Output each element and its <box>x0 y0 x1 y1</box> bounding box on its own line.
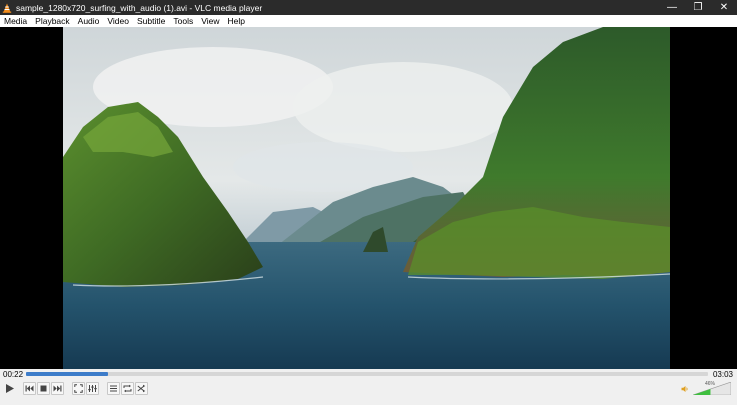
equalizer-icon <box>88 385 97 392</box>
video-frame <box>63 27 670 369</box>
seek-bar[interactable] <box>26 372 708 376</box>
menu-audio[interactable]: Audio <box>74 15 104 27</box>
extended-settings-button[interactable] <box>86 382 99 395</box>
loop-icon <box>123 384 132 393</box>
menu-playback[interactable]: Playback <box>31 15 74 27</box>
menu-tools[interactable]: Tools <box>169 15 197 27</box>
volume-control[interactable]: 46% <box>681 381 733 396</box>
window-title: sample_1280x720_surfing_with_audio (1).a… <box>16 2 263 13</box>
next-button[interactable] <box>51 382 64 395</box>
fullscreen-icon <box>74 384 83 393</box>
shuffle-icon <box>137 384 146 393</box>
play-icon <box>5 383 14 393</box>
controls-bar: 46% <box>0 380 737 405</box>
stop-icon <box>40 385 47 392</box>
menu-help[interactable]: Help <box>223 15 248 27</box>
play-button[interactable] <box>2 381 16 395</box>
menu-view[interactable]: View <box>197 15 223 27</box>
menu-media[interactable]: Media <box>0 15 31 27</box>
maximize-button[interactable]: ❐ <box>685 0 711 15</box>
close-button[interactable]: ✕ <box>711 0 737 15</box>
previous-button[interactable] <box>23 382 36 395</box>
total-time: 03:03 <box>712 370 733 379</box>
menu-subtitle[interactable]: Subtitle <box>133 15 169 27</box>
loop-button[interactable] <box>121 382 134 395</box>
minimize-button[interactable]: — <box>659 0 685 15</box>
video-area[interactable] <box>0 27 737 369</box>
vlc-cone-icon <box>2 3 12 13</box>
playlist-icon <box>110 385 117 392</box>
volume-percent: 46% <box>705 381 716 387</box>
playlist-button[interactable] <box>107 382 120 395</box>
speaker-icon[interactable] <box>681 385 689 393</box>
elapsed-time: 00:22 <box>3 370 24 379</box>
title-bar[interactable]: sample_1280x720_surfing_with_audio (1).a… <box>0 0 737 15</box>
stop-button[interactable] <box>37 382 50 395</box>
fullscreen-button[interactable] <box>72 382 85 395</box>
previous-icon <box>25 385 34 392</box>
seek-bar-fill <box>26 372 108 376</box>
menu-video[interactable]: Video <box>103 15 133 27</box>
next-icon <box>53 385 62 392</box>
seek-row: 00:22 03:03 <box>0 369 737 380</box>
menu-bar: Media Playback Audio Video Subtitle Tool… <box>0 15 737 27</box>
shuffle-button[interactable] <box>135 382 148 395</box>
